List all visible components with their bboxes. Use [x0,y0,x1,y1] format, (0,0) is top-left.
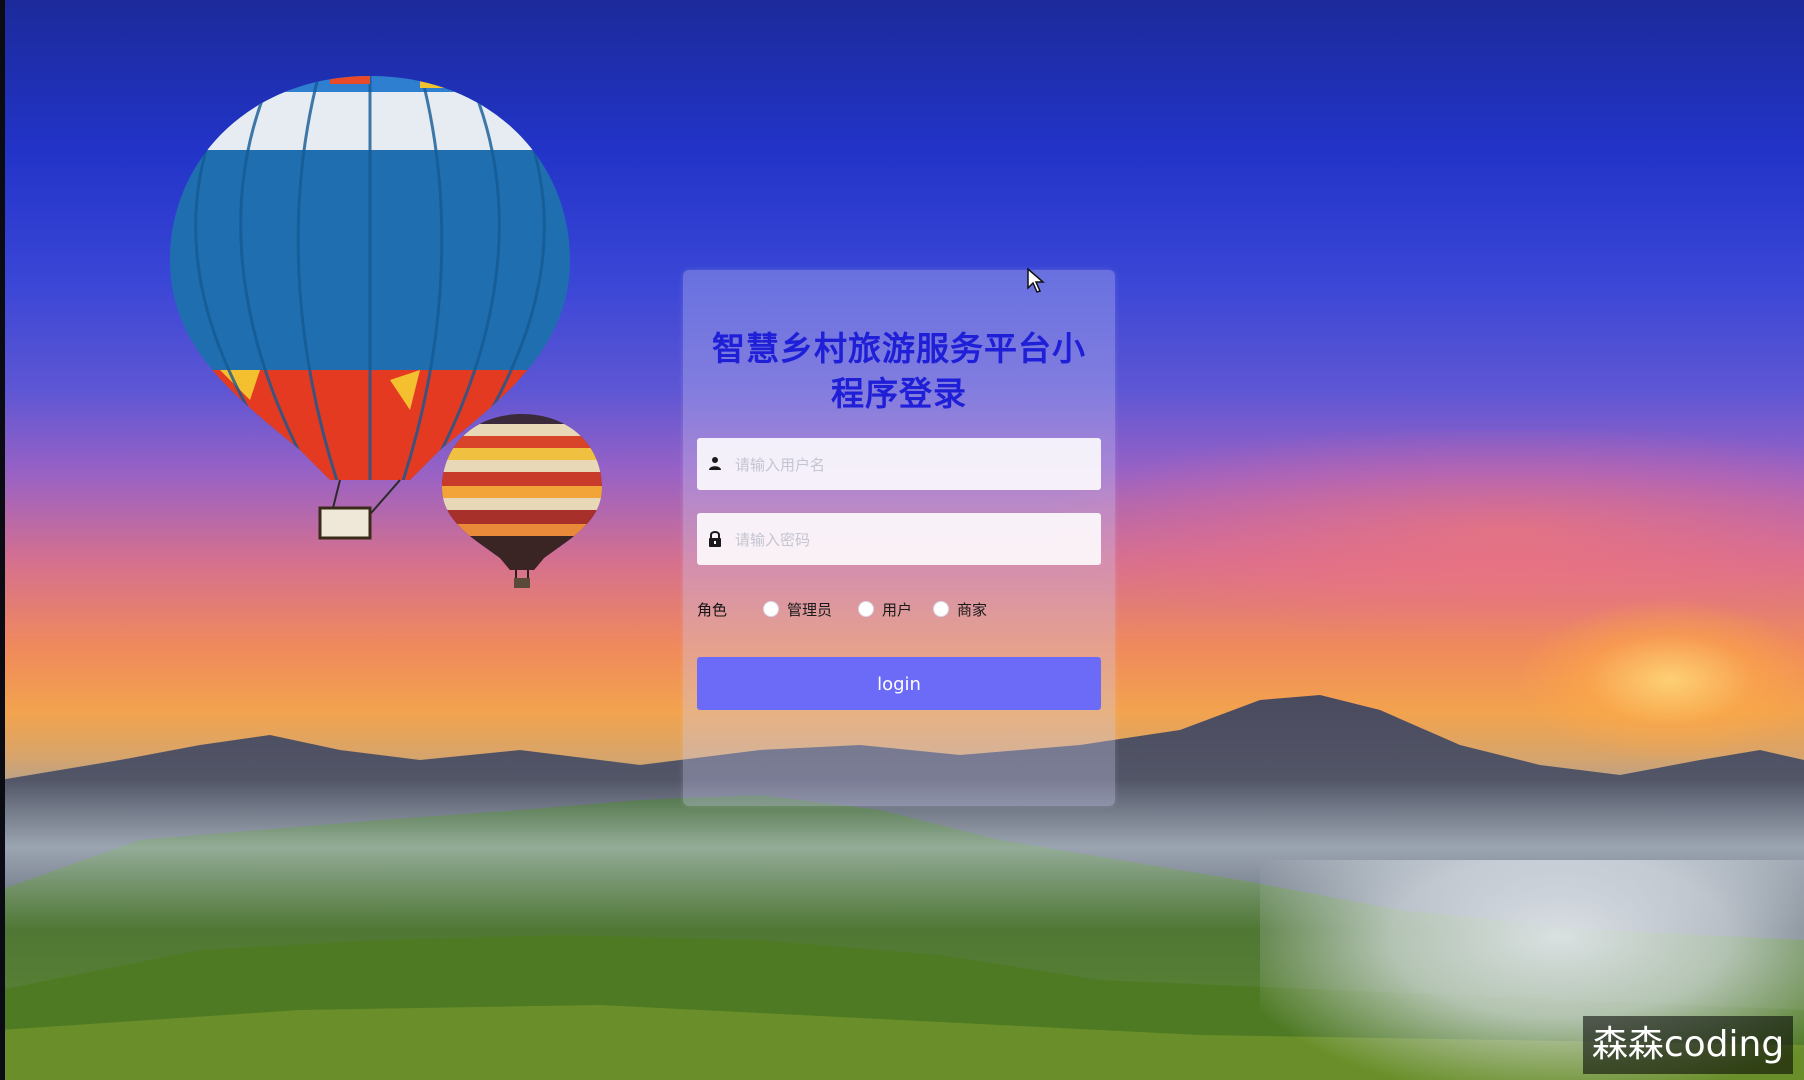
window-edge [0,0,5,1080]
role-option-label: 用户 [882,601,913,619]
watermark: 森森coding [1583,1016,1793,1074]
lock-icon [709,531,721,547]
mouse-cursor-icon [1027,268,1045,293]
password-field[interactable] [697,513,1101,567]
role-label: 角色 [697,601,728,619]
hot-air-balloon-small [442,414,602,588]
role-option-label: 管理员 [787,601,833,619]
login-button[interactable]: login [697,657,1101,710]
role-option-user[interactable]: 用户 [858,597,928,621]
radio-admin[interactable] [763,601,779,617]
username-field[interactable] [697,438,1101,492]
role-option-label: 商家 [957,601,988,619]
user-icon [709,457,721,470]
username-input[interactable] [733,438,1097,492]
role-option-merchant[interactable]: 商家 [933,597,1003,621]
radio-user[interactable] [858,601,874,617]
radio-merchant[interactable] [933,601,949,617]
role-selector: 角色 管理员 用户 商家 [697,596,1101,622]
role-option-admin[interactable]: 管理员 [763,597,853,621]
password-input[interactable] [733,513,1097,567]
login-title: 智慧乡村旅游服务平台小程序登录 [712,329,1086,413]
